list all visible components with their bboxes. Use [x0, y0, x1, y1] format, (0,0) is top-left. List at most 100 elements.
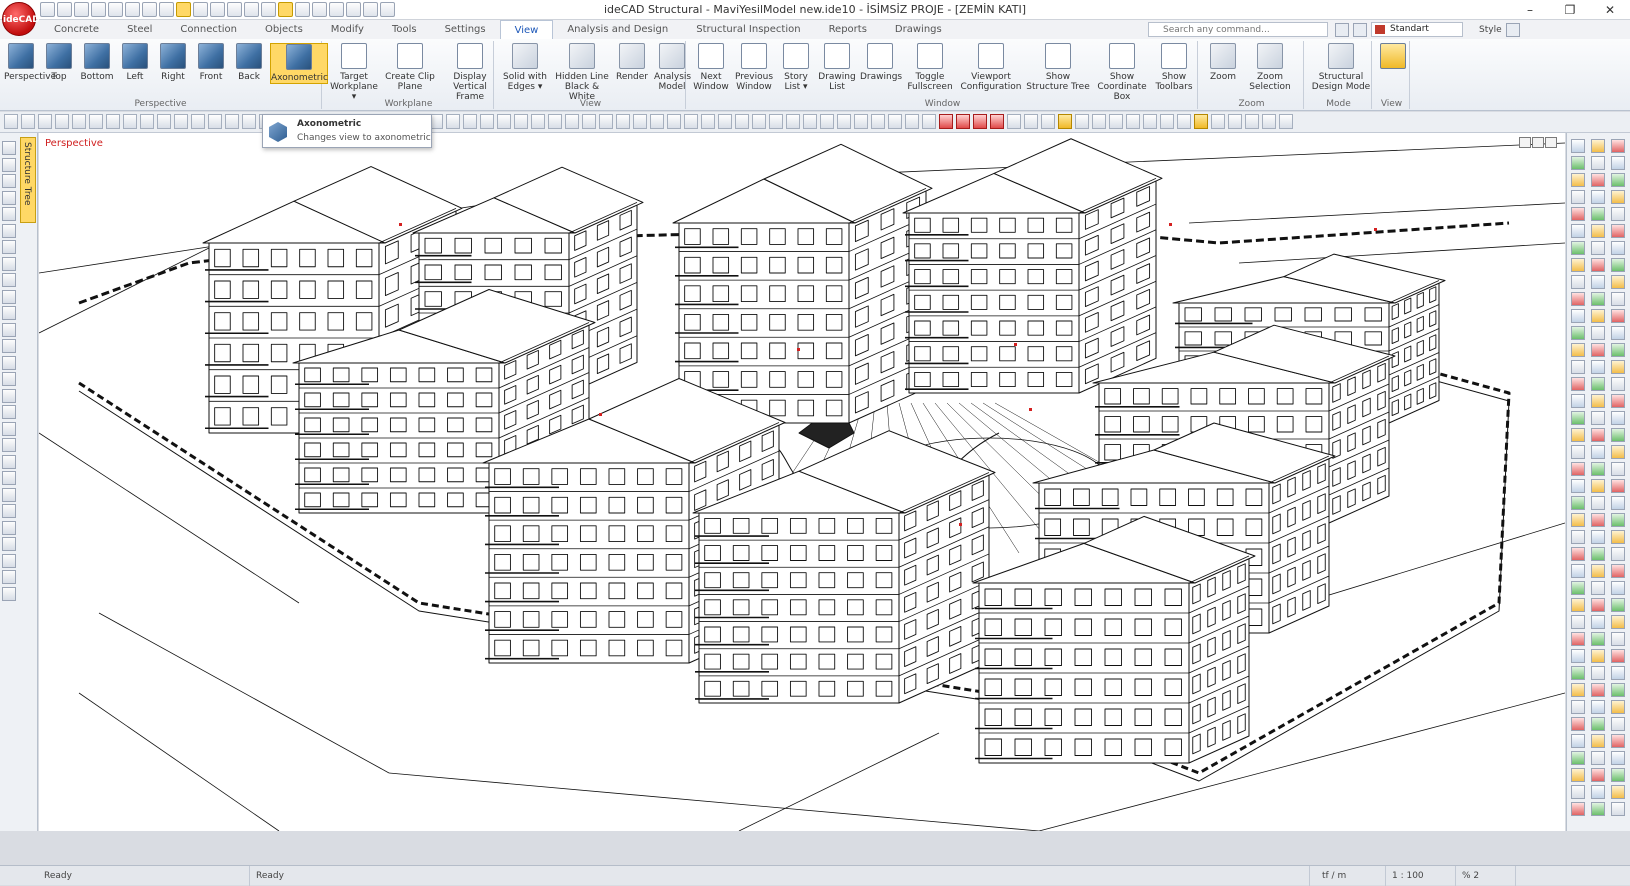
maximize-button[interactable]: ❐ [1550, 0, 1590, 20]
left-tool-icon[interactable] [2, 355, 16, 370]
solid-with-edges-button[interactable]: Solid with Edges ▾ [500, 43, 550, 92]
help-icon[interactable] [363, 2, 378, 17]
list-icon[interactable] [176, 2, 191, 17]
left-tool-icon[interactable] [2, 520, 16, 535]
tab-objects[interactable]: Objects [251, 20, 317, 39]
tab-concrete[interactable]: Concrete [40, 20, 113, 39]
right-tool-icon[interactable] [1591, 173, 1605, 187]
right-tool-icon[interactable] [1571, 241, 1585, 255]
right-tool-icon[interactable] [1611, 275, 1625, 289]
right-tool-icon[interactable] [1571, 258, 1585, 272]
drawings-button[interactable]: Drawings [860, 43, 902, 82]
toolbar-tool-icon[interactable] [531, 114, 545, 129]
right-tool-icon[interactable] [1591, 156, 1605, 170]
select-icon[interactable] [193, 2, 208, 17]
toolbar-tool-icon[interactable] [582, 114, 596, 129]
right-tool-icon[interactable] [1571, 581, 1585, 595]
right-tool-icon[interactable] [1591, 717, 1605, 731]
toolbar-tool-icon[interactable] [769, 114, 783, 129]
right-tool-icon[interactable] [1611, 581, 1625, 595]
toolbar-tool-icon[interactable] [565, 114, 579, 129]
toolbar-tool-icon[interactable] [463, 114, 477, 129]
new-icon[interactable] [57, 2, 72, 17]
left-tool-icon[interactable] [2, 405, 16, 419]
toolbar-tool-icon[interactable] [123, 114, 137, 129]
right-tool-icon[interactable] [1591, 241, 1605, 255]
right-tool-icon[interactable] [1591, 411, 1605, 425]
right-tool-icon[interactable] [1571, 309, 1585, 323]
right-tool-icon[interactable] [1571, 751, 1585, 765]
toolbar-tool-icon[interactable] [837, 114, 851, 129]
toolbar-tool-icon[interactable] [140, 114, 154, 129]
right-tool-icon[interactable] [1571, 479, 1585, 493]
right-tool-icon[interactable] [1591, 734, 1605, 748]
left-tool-icon[interactable] [2, 553, 16, 568]
toolbar-tool-icon[interactable] [786, 114, 800, 129]
toolbar-tool-icon[interactable] [38, 114, 52, 129]
status-scale[interactable]: 1 : 100 [1386, 866, 1456, 886]
toolbar-tool-icon[interactable] [55, 114, 69, 129]
toolbar-tool-icon[interactable] [106, 114, 120, 129]
right-tool-icon[interactable] [1611, 207, 1625, 221]
right-button[interactable]: Right [156, 43, 190, 82]
toolbar-tool-icon[interactable] [1024, 114, 1038, 129]
front-button[interactable]: Front [194, 43, 228, 82]
toolbar-tool-icon[interactable] [208, 114, 222, 129]
right-tool-icon[interactable] [1571, 632, 1585, 646]
wand-icon[interactable] [346, 2, 361, 17]
right-tool-icon[interactable] [1591, 649, 1605, 663]
left-tool-icon[interactable] [2, 487, 16, 502]
view-side-icon[interactable] [1545, 137, 1557, 148]
toolbar-tool-icon[interactable] [480, 114, 494, 129]
right-tool-icon[interactable] [1611, 377, 1625, 391]
minimize-button[interactable]: – [1510, 0, 1550, 20]
right-tool-icon[interactable] [1591, 394, 1605, 408]
tab-tools[interactable]: Tools [378, 20, 431, 39]
toolbar-tool-icon[interactable] [854, 114, 868, 129]
right-tool-icon[interactable] [1611, 649, 1625, 663]
right-tool-icon[interactable] [1571, 615, 1585, 629]
show-structure-tree-button[interactable]: Show Structure Tree [1026, 43, 1090, 92]
right-tool-icon[interactable] [1611, 343, 1625, 357]
tab-connection[interactable]: Connection [166, 20, 251, 39]
dropdown-icon[interactable] [380, 2, 395, 17]
structural-design-mode-button[interactable]: Structural Design Mode [1310, 43, 1372, 92]
left-tool-icon[interactable] [2, 421, 16, 436]
axonometric-button[interactable]: Axonometric [270, 43, 328, 84]
right-tool-icon[interactable] [1571, 292, 1585, 306]
right-tool-icon[interactable] [1611, 496, 1625, 510]
right-tool-icon[interactable] [1611, 411, 1625, 425]
left-tool-icon[interactable] [2, 471, 16, 485]
left-tool-icon[interactable] [2, 240, 16, 254]
right-tool-icon[interactable] [1591, 343, 1605, 357]
right-tool-icon[interactable] [1571, 666, 1585, 680]
right-tool-icon[interactable] [1611, 173, 1625, 187]
right-tool-icon[interactable] [1591, 802, 1605, 816]
tab-structural-inspection[interactable]: Structural Inspection [682, 20, 814, 39]
left-tool-icon[interactable] [2, 174, 16, 188]
right-tool-icon[interactable] [1611, 513, 1625, 527]
create-clip-plane-button[interactable]: Create Clip Plane [384, 43, 436, 92]
tab-steel[interactable]: Steel [113, 20, 166, 39]
tab-analysis-and-design[interactable]: Analysis and Design [553, 20, 682, 39]
tab-drawings[interactable]: Drawings [881, 20, 956, 39]
right-tool-icon[interactable] [1591, 700, 1605, 714]
perspective-button[interactable]: Perspective [4, 43, 56, 82]
show-coordinate-box-button[interactable]: Show Coordinate Box [1094, 43, 1150, 102]
toolbar-tool-icon[interactable] [956, 114, 970, 129]
right-tool-icon[interactable] [1571, 173, 1585, 187]
style-label[interactable]: Style [1479, 25, 1502, 35]
right-tool-icon[interactable] [1571, 207, 1585, 221]
toolbar-tool-icon[interactable] [1109, 114, 1123, 129]
toolbar-tool-icon[interactable] [446, 114, 460, 129]
toggle-fullscreen-button[interactable]: Toggle Fullscreen [904, 43, 956, 92]
view-toggle-button[interactable] [1380, 43, 1406, 72]
move-icon[interactable] [227, 2, 242, 17]
right-tool-icon[interactable] [1591, 598, 1605, 612]
toolbar-tool-icon[interactable] [1092, 114, 1106, 129]
home-icon[interactable] [40, 2, 55, 17]
left-tool-icon[interactable] [2, 273, 16, 287]
right-tool-icon[interactable] [1571, 190, 1585, 204]
right-tool-icon[interactable] [1571, 700, 1585, 714]
right-tool-icon[interactable] [1571, 564, 1585, 578]
